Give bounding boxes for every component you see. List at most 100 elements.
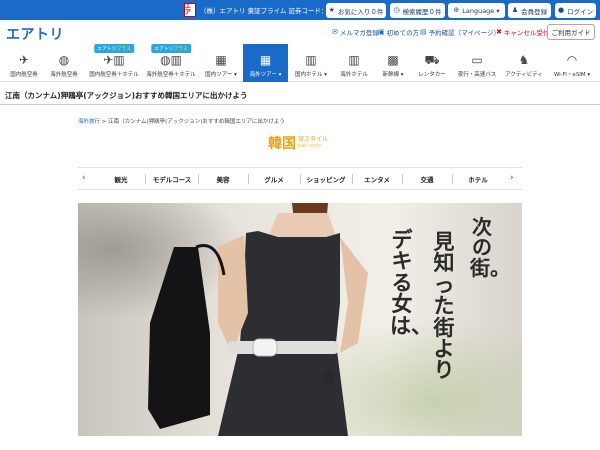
- history-button[interactable]: ◷ 検索履歴０件: [390, 3, 445, 18]
- nav-domestic-flight[interactable]: ✈ 国内航空券: [4, 44, 44, 82]
- plus-badge: エアトリプラス: [151, 44, 191, 53]
- register-label: 会員登録: [521, 7, 548, 16]
- reservation-label: 予約確認（マイページ）: [428, 29, 500, 37]
- register-button[interactable]: ♟ 会員登録: [508, 3, 551, 18]
- globe-icon: ⊕: [453, 6, 460, 14]
- favorites-label: お気に入り０件: [337, 7, 384, 16]
- cancel-label: キャンセル受付: [503, 29, 550, 37]
- guide-button[interactable]: ご利用ガイド: [547, 24, 595, 40]
- divider: [145, 174, 146, 184]
- airplane-icon: ✈: [18, 53, 30, 67]
- bus-icon: ▭: [471, 53, 483, 67]
- nav-label: 国内ホテル ▾: [294, 72, 327, 78]
- nav-activity[interactable]: ♞ アクティビティ: [502, 44, 546, 82]
- chevron-right-icon[interactable]: ›: [510, 173, 514, 183]
- nav-domestic-flight-hotel[interactable]: エアトリプラス ✈▥ 国内航空券＋ホテル: [86, 44, 142, 82]
- divider: [352, 174, 353, 184]
- nav-label: 夜行・高速バス: [457, 72, 497, 78]
- suitcase-icon: ▦: [215, 53, 227, 67]
- language-label: Language ▾: [462, 6, 500, 15]
- korea-logo-main: 韓国: [268, 136, 296, 152]
- main-nav: ✈ 国内航空券 ◍ 海外航空券 エアトリプラス ✈▥ 国内航空券＋ホテル エアト…: [0, 44, 600, 82]
- globe-hotel-icon: ◍▥: [160, 53, 182, 67]
- corporate-info: エア （株）エアトリ 東証プライム 証券コード：6191: [184, 3, 344, 17]
- wifi-icon: ◠: [566, 53, 578, 67]
- hotel-icon: ▥: [305, 53, 317, 67]
- nav-label: 海外航空券＋ホテル: [146, 72, 196, 78]
- hotel-icon: ▥: [348, 53, 360, 67]
- korea-logo-sub-en: tabi-style: [298, 142, 322, 149]
- subnav-shopping[interactable]: ショッピング: [301, 174, 351, 184]
- breadcrumb: 海外旅行 > 江南（カンナム)狎鴎亭(アックジョン)おすすめ韓国エリアに出かけよ…: [78, 117, 285, 125]
- subnav-beauty[interactable]: 美容: [200, 174, 246, 184]
- beginner-label: 初めての方: [386, 29, 420, 37]
- newsletter-label: メルマガ登録: [339, 29, 379, 37]
- nav-intl-hotel[interactable]: ▥ 海外ホテル: [334, 44, 374, 82]
- hero-copy-line3: 次の街。: [470, 215, 510, 280]
- nav-label: レンタカー: [418, 72, 446, 78]
- category-subnav: ‹ 観光 モデルコース 美容 グルメ ショッピング エンタメ 交通 ホテル ›: [78, 167, 522, 190]
- user-plus-icon: ♟: [511, 6, 519, 14]
- login-button[interactable]: ● ログイン: [555, 3, 596, 18]
- reservation-link[interactable]: ▤ 予約確認（マイページ）: [420, 27, 500, 37]
- nav-domestic-tour[interactable]: ▦ 国内ツアー ▾: [200, 44, 242, 82]
- subnav-gourmet[interactable]: グルメ: [250, 174, 298, 184]
- chevron-left-icon[interactable]: ‹: [82, 173, 86, 183]
- hero-banner[interactable]: デキる女は、 見知った街より 次の街。: [78, 203, 522, 436]
- login-label: ログイン: [567, 7, 594, 16]
- nav-intl-tour[interactable]: ▦ 海外ツアー ▾: [243, 44, 288, 82]
- subnav-model-course[interactable]: モデルコース: [148, 174, 196, 184]
- breadcrumb-current: > 江南（カンナム)狎鴎亭(アックジョン)おすすめ韓国エリアに出かけよう: [100, 119, 285, 125]
- subnav-entertainment[interactable]: エンタメ: [354, 174, 400, 184]
- nav-shinkansen[interactable]: ▩ 新幹線 ▾: [374, 44, 412, 82]
- car-icon: ⛟: [424, 53, 440, 67]
- nav-label: 新幹線 ▾: [382, 72, 404, 78]
- nav-bus[interactable]: ▭ 夜行・高速バス: [453, 44, 501, 82]
- divider: [0, 104, 600, 105]
- divider: [402, 174, 403, 184]
- plane-hotel-icon: ✈▥: [103, 53, 125, 67]
- subnav-transport[interactable]: 交通: [404, 174, 450, 184]
- divider: [452, 174, 453, 184]
- nav-rental-car[interactable]: ⛟ レンタカー: [412, 44, 452, 82]
- reservation-icon: ▤: [420, 28, 427, 36]
- corporate-logo: エア: [184, 3, 196, 17]
- globe-plane-icon: ◍: [58, 53, 70, 67]
- hero-copy-line1: デキる女は、: [390, 227, 432, 338]
- nav-label: 海外航空券: [50, 72, 78, 78]
- nav-label: 国内航空券: [10, 72, 38, 78]
- korea-tabi-style-logo[interactable]: 韓国 旅スタイル tabi-style: [268, 136, 328, 152]
- nav-label: アクティビティ: [505, 72, 543, 78]
- star-icon: ★: [328, 6, 335, 14]
- favorites-button[interactable]: ★ お気に入り０件: [326, 3, 386, 18]
- nav-intl-flight-hotel[interactable]: エアトリプラス ◍▥ 海外航空券＋ホテル: [143, 44, 199, 82]
- breadcrumb-link[interactable]: 海外旅行: [78, 119, 100, 125]
- clock-icon: ◷: [393, 6, 400, 14]
- site-header: エアトリ ✉ メルマガ登録 ▣ 初めての方 ▤ 予約確認（マイページ） ✖ キャ…: [0, 20, 600, 44]
- train-icon: ▩: [387, 53, 399, 67]
- nav-label: 国内ツアー ▾: [205, 72, 237, 78]
- subnav-sightseeing[interactable]: 観光: [98, 174, 144, 184]
- history-label: 検索履歴０件: [402, 7, 442, 16]
- mail-icon: ✉: [332, 28, 338, 36]
- subnav-hotel[interactable]: ホテル: [454, 174, 502, 184]
- plus-badge: エアトリプラス: [94, 44, 134, 53]
- user-icon: ●: [557, 6, 565, 14]
- nav-intl-flight[interactable]: ◍ 海外航空券: [44, 44, 84, 82]
- site-logo[interactable]: エアトリ: [6, 24, 64, 44]
- nav-label: 海外ツアー ▾: [249, 72, 282, 78]
- activity-icon: ♞: [518, 53, 530, 67]
- divider: [248, 174, 249, 184]
- suitcase-icon: ▦: [259, 53, 272, 67]
- cancel-icon: ✖: [496, 28, 502, 36]
- nav-label: 海外ホテル: [340, 72, 368, 78]
- beginner-link[interactable]: ▣ 初めての方: [378, 27, 419, 37]
- language-button[interactable]: ⊕ Language ▾: [448, 3, 505, 18]
- nav-wifi[interactable]: ◠ Wi-Fi・eSIM ▾: [547, 44, 597, 82]
- newsletter-link[interactable]: ✉ メルマガ登録: [332, 27, 379, 37]
- nav-domestic-hotel[interactable]: ▥ 国内ホテル ▾: [289, 44, 333, 82]
- corporate-text: （株）エアトリ 東証プライム 証券コード：6191: [200, 7, 345, 15]
- nav-label: 国内航空券＋ホテル: [89, 72, 139, 78]
- cancel-link[interactable]: ✖ キャンセル受付: [496, 27, 549, 37]
- page-title: 江南（カンナム)狎鴎亭(アックジョン)おすすめ韓国エリアに出かけよう: [5, 91, 248, 100]
